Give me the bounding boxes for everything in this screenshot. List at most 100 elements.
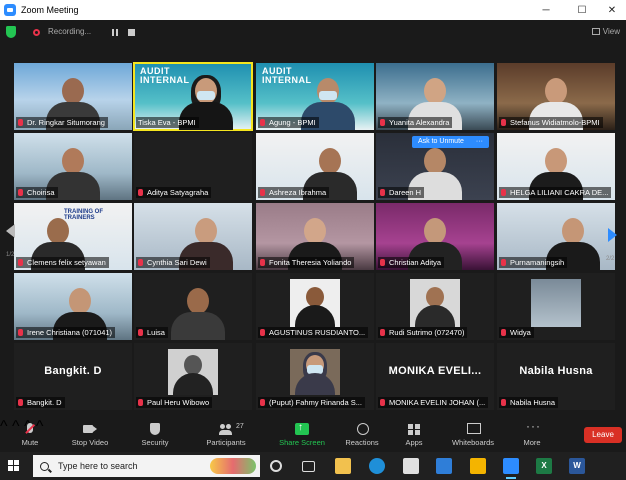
zoom-taskbar-icon[interactable] [503,458,519,479]
participant-name: Stefanus Widiatmolo-BPMI [499,117,603,128]
mic-muted-icon [18,329,23,336]
video-tile[interactable]: Cynthia Sari Dewi [134,203,252,270]
windows-start-icon[interactable] [8,460,20,472]
meeting-status-bar: Recording... View [0,20,626,44]
participant-name: Tiska Eva - BPMI [136,117,199,128]
windows-taskbar: Type here to search X W [0,452,626,480]
share-screen-button[interactable]: Share Screen [272,420,332,450]
mic-muted-icon [380,329,385,336]
view-label: View [602,27,620,36]
mic-muted-icon [18,259,23,266]
taskbar-search-box[interactable]: Type here to search [33,455,260,477]
participant-name: Widya [499,327,534,338]
microphone-muted-icon [23,423,37,435]
stop-recording-icon[interactable] [128,29,135,36]
title-bar: Zoom Meeting ─ ☐ ✕ [0,0,626,20]
reactions-button[interactable]: Reactions [332,420,392,450]
video-tile[interactable]: Luisa [134,273,252,340]
video-tile[interactable]: Irene Christiana (071041) [14,273,132,340]
video-tile[interactable]: Fonita Theresia Yoliando [256,203,374,270]
video-tile[interactable]: Bangkit. D Bangkit. D [14,343,132,410]
participant-name: AGUSTINUS RUSDIANTO... [258,327,369,338]
minimize-button[interactable]: ─ [530,0,562,20]
video-tile[interactable]: MONIKA EVELI... MONIKA EVELIN JOHAN (... [376,343,494,410]
video-tile[interactable]: Ask to Unmute Dareen H [376,133,494,200]
participant-name: Bangkit. D [16,397,65,408]
video-tile[interactable]: Stefanus Widiatmolo-BPMI [497,63,615,130]
leave-button[interactable]: Leave [584,427,622,443]
maximize-button[interactable]: ☐ [566,0,598,20]
more-button[interactable]: More [502,419,562,450]
view-button[interactable]: View [591,27,620,36]
profile-photo [290,349,340,395]
mic-muted-icon [260,119,265,126]
participants-button[interactable]: Participants [196,420,256,450]
search-icon [40,461,49,471]
excel-icon[interactable]: X [536,458,552,474]
video-tile-active-speaker[interactable]: AUDIT INTERNAL Tiska Eva - BPMI [133,62,253,131]
video-tile[interactable]: Purnamaningsih [497,203,615,270]
participant-display-name: Nabila Husna [519,365,593,377]
video-tile[interactable]: Paul Heru Wibowo [134,343,252,410]
participant-name: Choirisa [16,187,58,198]
apps-icon [407,423,421,435]
participant-name: Rudi Sutrimo (072470) [378,327,468,338]
mic-muted-icon [501,119,506,126]
task-view-icon[interactable] [302,461,315,472]
mic-muted-icon [138,399,143,406]
file-explorer-icon[interactable] [335,458,351,474]
video-tile[interactable]: Nabila Husna Nabila Husna [497,343,615,410]
video-tile[interactable]: Aditya Satyagraha [134,133,252,200]
window-title: Zoom Meeting [21,5,79,15]
more-icon [525,419,541,435]
participant-name: Fonita Theresia Yoliando [258,257,355,268]
mic-muted-icon [18,119,23,126]
microsoft-store-icon[interactable] [403,458,419,474]
participants-count: 27 [236,423,244,430]
participant-name: Aditya Satyagraha [136,187,212,198]
participant-display-name: Bangkit. D [44,365,102,377]
security-button[interactable]: Security [125,420,185,450]
video-tile[interactable]: AGUSTINUS RUSDIANTO... [256,273,374,340]
participant-name: Purnamaningsih [499,257,568,268]
participant-name: Irene Christiana (071041) [16,327,116,338]
video-tile[interactable]: TRAINING OF TRAINERS Clemens felix setyaw… [14,203,132,270]
encryption-shield-icon[interactable] [6,26,16,38]
video-tile[interactable]: Choirisa [14,133,132,200]
video-tile[interactable]: Dr. Ringkar Situmorang [14,63,132,130]
pause-recording-icon[interactable] [112,29,118,36]
video-tile[interactable]: HELGA LILIANI CAKRA DE... [497,133,615,200]
video-tile[interactable]: Rudi Sutrimo (072470) [376,273,494,340]
zoom-window: Zoom Meeting ─ ☐ ✕ Recording... View Dr.… [0,0,626,480]
participant-name: Ashreza Ibrahma [258,187,330,198]
mail-icon[interactable] [436,458,452,474]
edge-browser-icon[interactable] [369,458,385,474]
participant-name: MONIKA EVELIN JOHAN (... [378,397,489,408]
previous-page-icon[interactable] [6,224,15,238]
next-page-icon[interactable] [608,228,617,242]
video-tile[interactable]: Ashreza Ibrahma [256,133,374,200]
ask-to-unmute-button[interactable]: Ask to Unmute [412,136,489,148]
video-tile[interactable]: Widya [497,273,615,340]
participants-icon [219,423,233,435]
video-tile[interactable]: Christian Aditya [376,203,494,270]
cortana-icon[interactable] [270,460,282,472]
video-tile[interactable]: (Puput) Fahmy Rinanda S... [256,343,374,410]
video-tile[interactable]: AUDIT INTERNAL Agung - BPMI [256,63,374,130]
sticky-notes-icon[interactable] [470,458,486,474]
mic-muted-icon [380,189,385,196]
stop-video-button[interactable]: Stop Video [60,420,120,450]
mic-muted-icon [138,259,143,266]
whiteboards-button[interactable]: Whiteboards [443,420,503,450]
mute-button[interactable]: Mute [0,420,60,450]
word-icon[interactable]: W [569,458,585,474]
mic-muted-icon [501,399,506,406]
apps-button[interactable]: Apps [384,420,444,450]
video-tile[interactable]: Yuanita Alexandra [376,63,494,130]
meeting-toolbar: Mute ^ Stop Video ^ Security Participant… [0,418,626,452]
participant-name: Agung - BPMI [258,117,319,128]
participant-name: Dareen H [378,187,425,198]
search-highlight-illustration [210,458,256,474]
close-button[interactable]: ✕ [596,0,626,20]
participant-name: Yuanita Alexandra [378,117,453,128]
